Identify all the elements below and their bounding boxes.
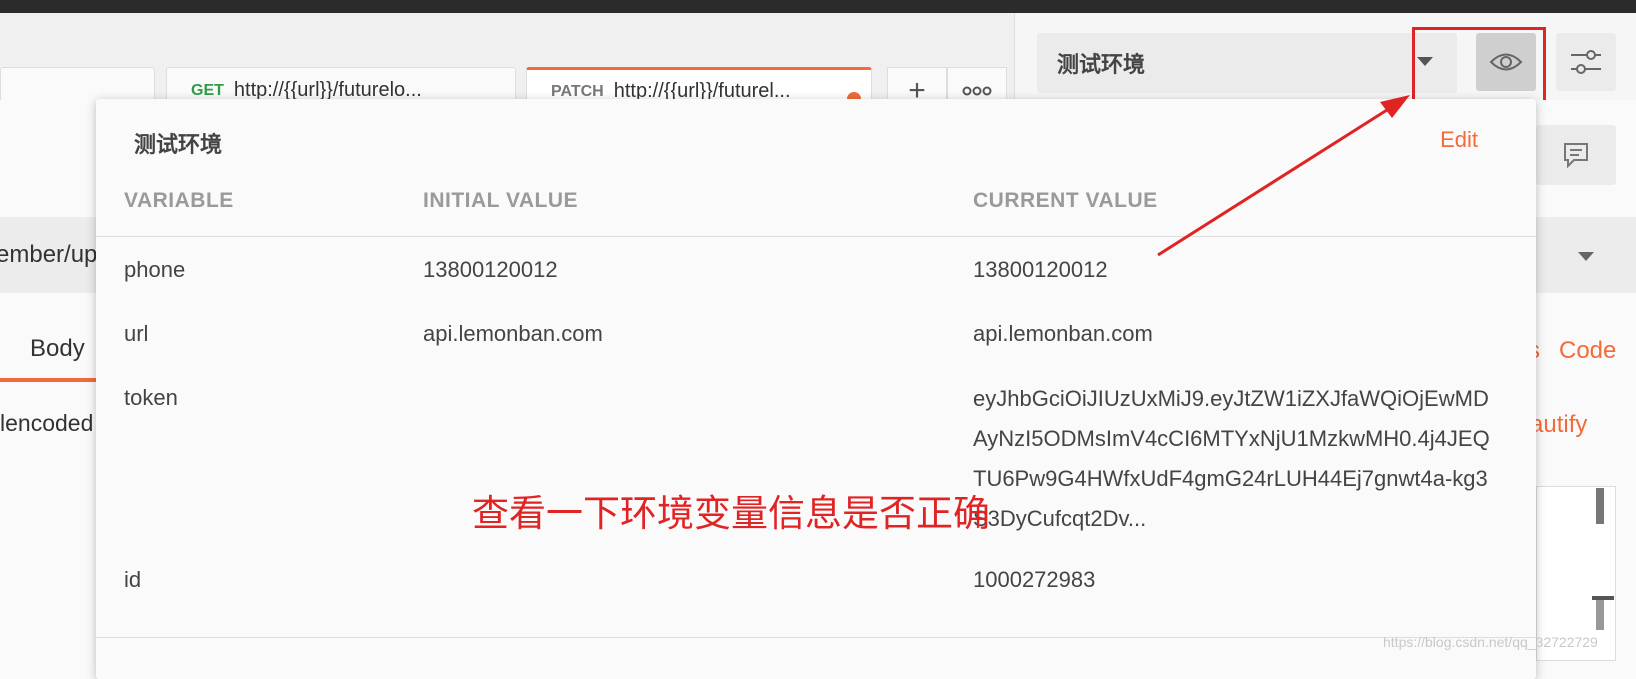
code-link[interactable]: Code [1559, 337, 1616, 365]
ellipsis-icon [962, 86, 992, 95]
current-value: api.lemonban.com [973, 321, 1153, 346]
column-header-current-value: CURRENT VALUE [973, 189, 1158, 212]
method-label: GET [191, 81, 224, 99]
tab-strip: GET http://{{url}}/futurelo... PATCH htt… [0, 13, 1014, 113]
initial-value: 13800120012 [423, 257, 558, 282]
sliders-icon [1571, 50, 1601, 74]
comment-icon [1564, 143, 1588, 169]
popover-title: 测试环境 [134, 132, 223, 157]
comments-button[interactable] [1536, 125, 1616, 185]
footer-divider [96, 637, 1536, 638]
annotation-text: 查看一下环境变量信息是否正确 [472, 493, 990, 534]
body-type-option[interactable]: lencoded [0, 410, 93, 437]
method-label: PATCH [551, 82, 604, 100]
scrollbar[interactable] [1596, 488, 1604, 524]
environment-quick-look-popover: 测试环境 Edit VARIABLE INITIAL VALUE CURRENT… [96, 99, 1536, 679]
current-value: 13800120012 [973, 257, 1108, 282]
current-value: 1000272983 [973, 567, 1096, 592]
annotation-highlight-box [1412, 27, 1546, 109]
url-input[interactable]: ember/up [0, 217, 100, 293]
variable-name: id [124, 567, 142, 592]
environment-select[interactable]: 测试环境 [1037, 33, 1457, 93]
current-value: eyJhbGciOiJIUzUxMiJ9.eyJtZW1iZXJfaWQiOjE… [973, 386, 1490, 531]
beautify-link[interactable]: autify [1530, 411, 1587, 439]
initial-value: api.lemonban.com [423, 321, 603, 346]
scrollbar[interactable] [1596, 600, 1604, 630]
environment-name: 测试环境 [1057, 52, 1146, 77]
column-header-initial-value: INITIAL VALUE [423, 189, 579, 212]
edit-environment-link[interactable]: Edit [1440, 127, 1478, 153]
header-divider [96, 236, 1536, 237]
variable-name: url [124, 321, 149, 346]
column-header-variable: VARIABLE [124, 189, 234, 212]
window-top-bar [0, 0, 1636, 13]
variable-name: token [124, 385, 178, 410]
variable-name: phone [124, 257, 186, 282]
caret-down-icon [1578, 252, 1594, 261]
manage-environments-button[interactable] [1556, 33, 1616, 91]
watermark: https://blog.csdn.net/qq_32722729 [1383, 634, 1598, 650]
active-tab-underline [0, 378, 96, 382]
tab-body[interactable]: Body [30, 335, 85, 363]
